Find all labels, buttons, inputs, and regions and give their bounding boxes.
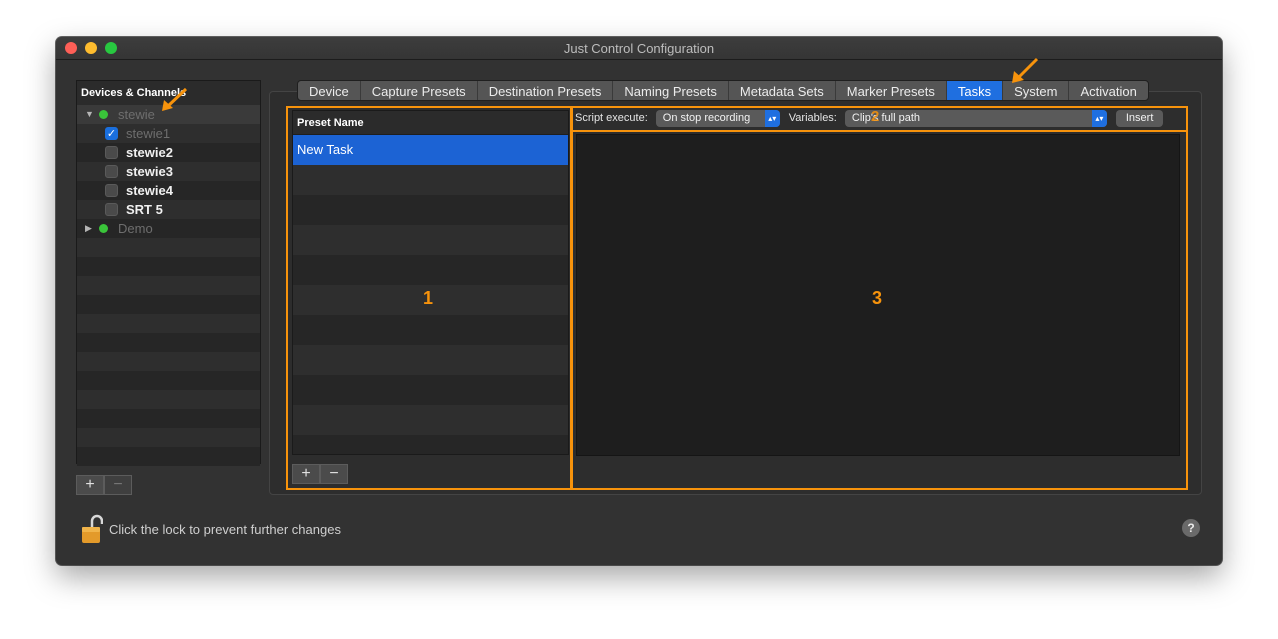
lock-area[interactable]: Click the lock to prevent further change…: [81, 513, 341, 545]
title-bar: Just Control Configuration: [56, 37, 1222, 60]
remove-device-button[interactable]: −: [104, 475, 132, 495]
channel-label: stewie4: [126, 183, 173, 198]
help-button[interactable]: ?: [1182, 519, 1200, 537]
device-label: stewie: [118, 107, 155, 122]
checkbox-unchecked-icon[interactable]: [105, 146, 118, 159]
annotation-arrow-icon: [162, 87, 188, 111]
device-list: ▼ stewie ✓ stewie1 stewie2 stewie3 stewi…: [77, 105, 260, 466]
tab-metadata-sets[interactable]: Metadata Sets: [729, 81, 836, 100]
channel-row-stewie2[interactable]: stewie2: [77, 143, 260, 162]
channel-row-stewie3[interactable]: stewie3: [77, 162, 260, 181]
add-device-button[interactable]: +: [76, 475, 104, 495]
tab-capture-presets[interactable]: Capture Presets: [361, 81, 478, 100]
sidebar-buttons: + −: [76, 475, 132, 495]
channel-row-srt5[interactable]: SRT 5: [77, 200, 260, 219]
channel-label: stewie3: [126, 164, 173, 179]
annotation-arrow-icon: [1012, 57, 1039, 83]
window-title: Just Control Configuration: [563, 41, 715, 56]
device-label: Demo: [118, 221, 153, 236]
tab-tasks[interactable]: Tasks: [946, 81, 1004, 100]
tab-activation[interactable]: Activation: [1069, 81, 1147, 100]
channel-label: stewie1: [126, 126, 171, 141]
checkbox-checked-icon[interactable]: ✓: [105, 127, 118, 140]
tab-marker-presets[interactable]: Marker Presets: [836, 81, 947, 100]
empty-row: [77, 276, 260, 295]
devices-sidebar: Devices & Channels ▼ stewie ✓ stewie1 st…: [76, 80, 261, 466]
channel-row-stewie1[interactable]: ✓ stewie1: [77, 124, 260, 143]
checkbox-unchecked-icon[interactable]: [105, 184, 118, 197]
empty-row: [77, 314, 260, 333]
channel-label: stewie2: [126, 145, 173, 160]
channel-row-stewie4[interactable]: stewie4: [77, 181, 260, 200]
empty-row: [77, 409, 260, 428]
empty-row: [77, 352, 260, 371]
empty-row: [77, 333, 260, 352]
status-online-icon: [99, 224, 108, 233]
status-online-icon: [99, 110, 108, 119]
empty-row: [77, 371, 260, 390]
empty-row: [77, 447, 260, 466]
empty-row: [77, 295, 260, 314]
app-window: Just Control Configuration Devices & Cha…: [56, 37, 1222, 565]
annotation-number-3: 3: [872, 288, 883, 308]
tab-destination-presets[interactable]: Destination Presets: [478, 81, 614, 100]
device-row-demo[interactable]: ▶ Demo: [77, 219, 260, 238]
disclosure-expanded-icon[interactable]: ▼: [85, 105, 94, 124]
tab-naming-presets[interactable]: Naming Presets: [613, 81, 729, 100]
annotation-number-1: 1: [423, 288, 434, 308]
annotation-number-2: 2: [871, 108, 880, 125]
empty-row: [77, 428, 260, 447]
checkbox-unchecked-icon[interactable]: [105, 203, 118, 216]
unlocked-lock-icon[interactable]: [81, 513, 103, 545]
empty-row: [77, 238, 260, 257]
tab-device[interactable]: Device: [298, 81, 361, 100]
empty-row: [77, 257, 260, 276]
empty-row: [77, 390, 260, 409]
disclosure-collapsed-icon[interactable]: ▶: [85, 219, 92, 238]
lock-hint-text: Click the lock to prevent further change…: [109, 521, 341, 537]
annotation-box-3: [570, 130, 1188, 490]
channel-label: SRT 5: [126, 202, 163, 217]
checkbox-unchecked-icon[interactable]: [105, 165, 118, 178]
